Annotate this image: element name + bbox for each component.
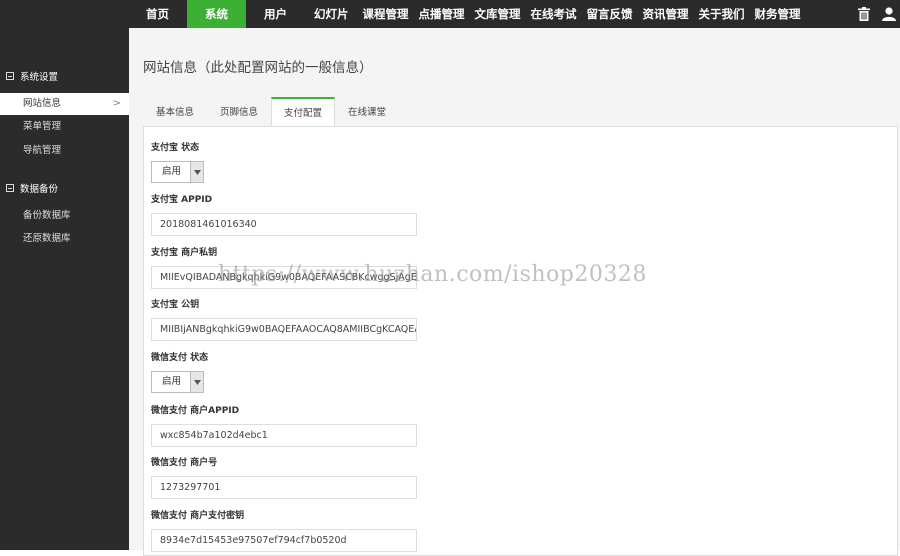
select-value: 启用 <box>162 166 182 177</box>
collapse-icon <box>6 184 14 192</box>
nav-item-feedback[interactable]: 留言反馈 <box>582 0 638 28</box>
sidebar-group-data-backup[interactable]: 数据备份 <box>6 181 58 195</box>
tab-basic-info[interactable]: 基本信息 <box>143 97 207 127</box>
alipay-appid-input[interactable]: 2018081461016340 <box>151 213 417 236</box>
alipay-public-key-input[interactable]: MIIBIjANBgkqhkiG9w0BAQEFAAOCAQ8AMIIBCgKC… <box>151 318 417 341</box>
sidebar-group-system-settings[interactable]: 系统设置 <box>6 69 58 83</box>
sidebar-item-restore-db[interactable]: 还原数据库 <box>0 228 129 250</box>
sidebar-item-label: 备份数据库 <box>23 210 71 221</box>
sidebar-item-site-info[interactable]: 网站信息 > <box>0 93 129 115</box>
top-nav-bar: 首页 系统 用户 幻灯片 课程管理 点播管理 文库管理 在线考试 留言反馈 资讯… <box>0 0 900 28</box>
main-content: 网站信息（此处配置网站的一般信息） 基本信息 页脚信息 支付配置 在线课堂 支付… <box>129 28 900 556</box>
chevron-down-icon <box>190 162 203 182</box>
wechat-mchid-label: 微信支付 商户号 <box>151 458 218 468</box>
watermark: https://www.huzhan.com/ishop20328 <box>218 262 647 287</box>
nav-item-finance[interactable]: 财务管理 <box>750 0 806 28</box>
top-icons <box>858 0 896 28</box>
wechat-status-select[interactable]: 启用 <box>151 371 204 393</box>
select-value: 启用 <box>162 376 182 387</box>
payment-config-form: 支付宝 状态 启用 支付宝 APPID 2018081461016340 支付宝… <box>143 126 898 556</box>
wechat-status-label: 微信支付 状态 <box>151 353 209 363</box>
user-icon[interactable] <box>882 7 896 21</box>
nav-item-users[interactable]: 用户 <box>246 0 305 28</box>
nav-item-news[interactable]: 资讯管理 <box>638 0 694 28</box>
chevron-right-icon: > <box>112 98 121 109</box>
tab-payment-config[interactable]: 支付配置 <box>271 97 336 127</box>
alipay-status-select[interactable]: 启用 <box>151 161 204 183</box>
collapse-icon <box>6 72 14 80</box>
sidebar-group-label: 系统设置 <box>20 72 59 83</box>
sidebar-item-label: 网站信息 <box>23 98 62 109</box>
wechat-key-input[interactable]: 8934e7d15453e97507ef794cf7b0520d <box>151 529 417 552</box>
sidebar: 系统设置 网站信息 > 菜单管理 导航管理 数据备份 备份数据库 还原数据库 <box>0 28 129 550</box>
nav-item-system[interactable]: 系统 <box>187 0 246 28</box>
nav-item-library[interactable]: 文库管理 <box>470 0 526 28</box>
nav-item-home[interactable]: 首页 <box>128 0 187 28</box>
nav-item-vod[interactable]: 点播管理 <box>414 0 470 28</box>
alipay-status-label: 支付宝 状态 <box>151 143 200 153</box>
alipay-appid-label: 支付宝 APPID <box>151 195 213 205</box>
tab-footer-info[interactable]: 页脚信息 <box>207 97 271 127</box>
trash-icon[interactable] <box>858 7 870 21</box>
nav-item-about[interactable]: 关于我们 <box>694 0 750 28</box>
wechat-appid-label: 微信支付 商户APPID <box>151 406 240 416</box>
wechat-appid-input[interactable]: wxc854b7a102d4ebc1 <box>151 424 417 447</box>
sidebar-item-label: 还原数据库 <box>23 233 71 244</box>
nav-item-slides[interactable]: 幻灯片 <box>305 0 358 28</box>
nav-item-courses[interactable]: 课程管理 <box>358 0 414 28</box>
wechat-key-label: 微信支付 商户支付密钥 <box>151 511 245 521</box>
sidebar-item-backup-db[interactable]: 备份数据库 <box>0 205 129 227</box>
sidebar-item-nav-management[interactable]: 导航管理 <box>0 140 129 162</box>
sidebar-item-label: 导航管理 <box>23 145 62 156</box>
sidebar-item-label: 菜单管理 <box>23 121 62 132</box>
alipay-public-key-label: 支付宝 公钥 <box>151 300 200 310</box>
chevron-down-icon <box>190 372 203 392</box>
sidebar-group-label: 数据备份 <box>20 184 59 195</box>
alipay-private-key-label: 支付宝 商户私钥 <box>151 248 218 258</box>
tab-bar: 基本信息 页脚信息 支付配置 在线课堂 <box>143 97 399 127</box>
main-nav: 首页 系统 用户 幻灯片 课程管理 点播管理 文库管理 在线考试 留言反馈 资讯… <box>128 0 806 28</box>
wechat-mchid-input[interactable]: 1273297701 <box>151 476 417 499</box>
sidebar-item-menu-management[interactable]: 菜单管理 <box>0 116 129 138</box>
nav-item-exam[interactable]: 在线考试 <box>526 0 582 28</box>
tab-online-class[interactable]: 在线课堂 <box>335 97 399 127</box>
page-title: 网站信息（此处配置网站的一般信息） <box>143 60 373 76</box>
